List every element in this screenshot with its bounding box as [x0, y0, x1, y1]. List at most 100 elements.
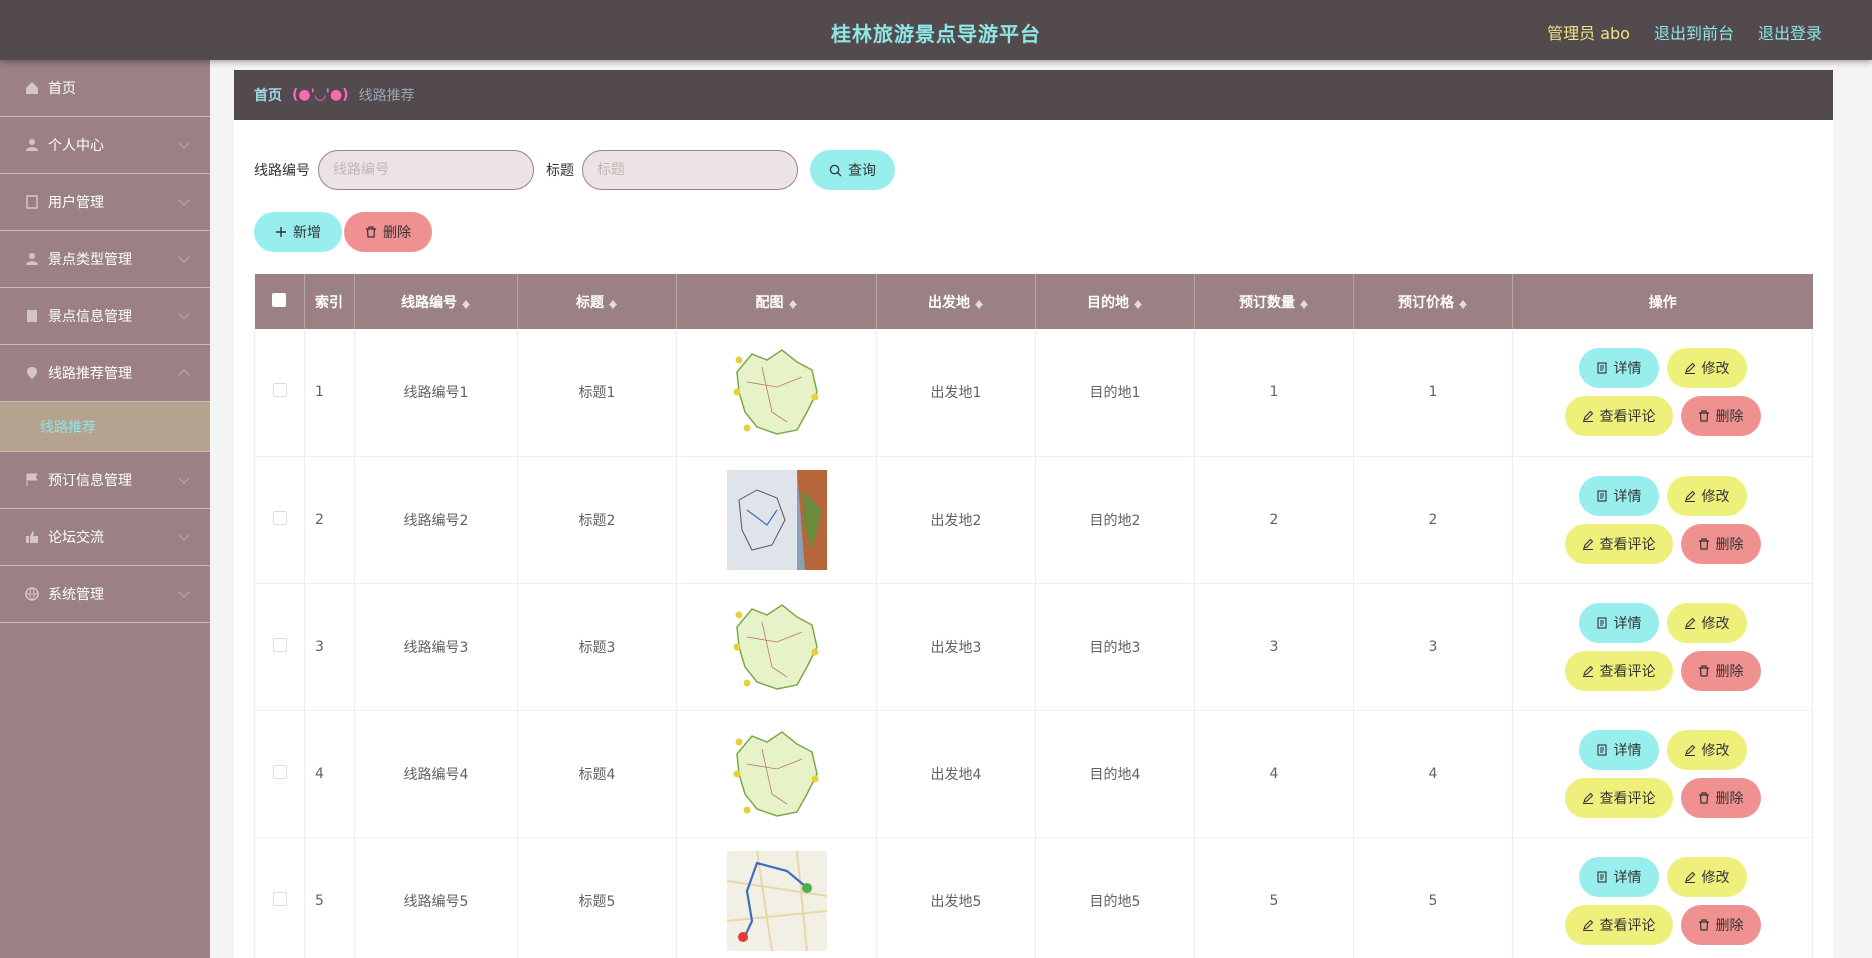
sidebar-item-system-management[interactable]: 系统管理 — [0, 566, 210, 623]
row-checkbox[interactable] — [272, 764, 287, 779]
detail-button[interactable]: 详情 — [1578, 602, 1659, 643]
cell-qty: 2 — [1194, 456, 1354, 584]
document-icon — [1596, 616, 1607, 629]
cell-title: 标题1 — [517, 329, 677, 457]
view-comments-button[interactable]: 查看评论 — [1564, 650, 1673, 691]
view-comments-button[interactable]: 查看评论 — [1564, 777, 1673, 818]
detail-button[interactable]: 详情 — [1578, 475, 1659, 516]
route-table: 索引 线路编号 标题 配图 出发地 目的地 预订数量 预订价格 操作 1 线路编… — [254, 274, 1813, 958]
header-index: 索引 — [304, 274, 355, 329]
sidebar-item-label: 首页 — [48, 81, 76, 97]
sidebar-item-spot-info-management[interactable]: 景点信息管理 — [0, 288, 210, 345]
user-icon — [24, 251, 40, 267]
cell-price: 2 — [1353, 456, 1513, 584]
sidebar-item-user-management[interactable]: 用户管理 — [0, 174, 210, 231]
chevron-down-icon — [178, 194, 190, 206]
row-checkbox[interactable] — [272, 510, 287, 525]
query-button[interactable]: 查询 — [810, 150, 895, 190]
sort-icon[interactable] — [1299, 296, 1309, 310]
cell-to: 目的地2 — [1035, 456, 1195, 584]
add-button[interactable]: 新增 — [254, 212, 342, 252]
breadcrumb-separator: (●'◡'●) — [292, 87, 349, 103]
header-image[interactable]: 配图 — [676, 274, 877, 329]
view-comments-button[interactable]: 查看评论 — [1564, 396, 1673, 437]
route-code-input[interactable] — [318, 150, 534, 190]
route-thumbnail[interactable] — [727, 724, 827, 824]
edit-button[interactable]: 修改 — [1666, 729, 1747, 770]
row-checkbox[interactable] — [272, 891, 287, 906]
route-thumbnail[interactable] — [726, 469, 827, 570]
row-checkbox[interactable] — [272, 383, 287, 398]
trash-icon — [1698, 410, 1709, 422]
logout-link[interactable]: 退出登录 — [1758, 20, 1822, 44]
table-row: 2 线路编号2 标题2 出发地2 目的地2 2 2 详情 修改 查看评论 删除 — [254, 456, 1813, 584]
detail-button[interactable]: 详情 — [1578, 856, 1659, 897]
sort-icon[interactable] — [788, 296, 798, 310]
main-content: 首页 (●'◡'●) 线路推荐 线路编号 标题 查询 新增 删除 — [234, 70, 1833, 958]
view-comments-label: 查看评论 — [1599, 663, 1656, 680]
header-qty[interactable]: 预订数量 — [1194, 274, 1354, 329]
row-select-cell — [254, 837, 305, 958]
row-delete-button[interactable]: 删除 — [1680, 523, 1761, 564]
cell-route-code: 线路编号3 — [354, 583, 518, 711]
header-to[interactable]: 目的地 — [1035, 274, 1195, 329]
edit-icon — [1582, 792, 1593, 804]
title-input[interactable] — [582, 150, 798, 190]
view-comments-button[interactable]: 查看评论 — [1564, 904, 1673, 945]
detail-button[interactable]: 详情 — [1578, 348, 1659, 389]
row-delete-button[interactable]: 删除 — [1680, 650, 1761, 691]
row-delete-button[interactable]: 删除 — [1680, 777, 1761, 818]
sidebar-item-route-recommend-management[interactable]: 线路推荐管理 — [0, 345, 210, 402]
cell-title: 标题5 — [517, 837, 677, 958]
row-delete-button[interactable]: 删除 — [1680, 396, 1761, 437]
select-all-cell — [254, 274, 305, 329]
row-select-cell — [254, 583, 305, 711]
sidebar-item-personal-center[interactable]: 个人中心 — [0, 117, 210, 174]
sort-icon[interactable] — [461, 296, 471, 310]
sidebar-item-spot-type-management[interactable]: 景点类型管理 — [0, 231, 210, 288]
bulk-delete-button[interactable]: 删除 — [344, 212, 432, 252]
edit-button[interactable]: 修改 — [1666, 602, 1747, 643]
header-price[interactable]: 预订价格 — [1353, 274, 1513, 329]
cell-image — [676, 329, 877, 457]
sort-icon[interactable] — [1133, 296, 1143, 310]
sidebar-subitem-route-recommend[interactable]: 线路推荐 — [0, 402, 210, 452]
edit-button[interactable]: 修改 — [1666, 475, 1747, 516]
row-select-cell — [254, 329, 305, 457]
breadcrumb-home[interactable]: 首页 — [254, 85, 282, 105]
header-image-label: 配图 — [755, 294, 784, 311]
cell-title: 标题3 — [517, 583, 677, 711]
detail-label: 详情 — [1613, 361, 1642, 378]
edit-button[interactable]: 修改 — [1666, 348, 1747, 389]
document-icon — [1596, 489, 1607, 502]
view-comments-button[interactable]: 查看评论 — [1564, 523, 1673, 564]
row-delete-button[interactable]: 删除 — [1680, 904, 1761, 945]
select-all-checkbox[interactable] — [272, 292, 287, 307]
sort-icon[interactable] — [974, 296, 984, 310]
cell-title: 标题2 — [517, 456, 677, 584]
detail-label: 详情 — [1613, 488, 1642, 505]
sidebar-item-home[interactable]: 首页 — [0, 60, 210, 117]
sort-icon[interactable] — [1458, 296, 1468, 310]
sidebar-item-forum[interactable]: 论坛交流 — [0, 509, 210, 566]
edit-icon — [1582, 410, 1593, 423]
route-thumbnail[interactable] — [727, 597, 827, 697]
cell-from: 出发地2 — [876, 456, 1036, 584]
row-checkbox[interactable] — [272, 637, 287, 652]
edit-button[interactable]: 修改 — [1666, 856, 1747, 897]
sort-icon[interactable] — [608, 296, 618, 310]
sidebar: 首页 个人中心 用户管理 景点类型管理 景点信息管理 线路推荐管理 线路推荐 预… — [0, 60, 210, 958]
sidebar-item-label: 用户管理 — [48, 195, 104, 211]
route-thumbnail[interactable] — [727, 342, 827, 442]
header-from[interactable]: 出发地 — [876, 274, 1036, 329]
header-actions: 管理员 abo 退出到前台 退出登录 — [1547, 20, 1822, 44]
exit-to-front-link[interactable]: 退出到前台 — [1654, 20, 1734, 44]
header-title[interactable]: 标题 — [517, 274, 677, 329]
sidebar-item-booking-management[interactable]: 预订信息管理 — [0, 452, 210, 509]
detail-button[interactable]: 详情 — [1578, 729, 1659, 770]
route-thumbnail[interactable] — [726, 850, 827, 951]
edit-icon — [1684, 871, 1695, 883]
cell-route-code: 线路编号2 — [354, 456, 518, 584]
header-route-code[interactable]: 线路编号 — [354, 274, 518, 329]
search-icon — [829, 164, 842, 177]
